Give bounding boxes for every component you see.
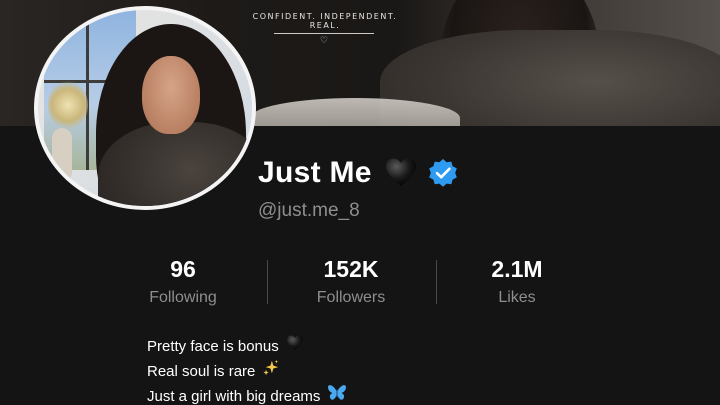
bio: Pretty face is bonus Real soul is rare J… (147, 334, 347, 405)
stat-value: 152K (323, 256, 379, 282)
sparkles-icon (262, 359, 280, 385)
bio-line: Pretty face is bonus (147, 334, 347, 359)
bio-text: Just a girl with big dreams (147, 388, 321, 405)
banner-divider (274, 33, 374, 34)
name-row: Just Me (258, 153, 458, 193)
display-name: Just Me (258, 156, 372, 189)
black-heart-icon (286, 334, 304, 360)
stat-value: 2.1M (491, 256, 543, 282)
bio-line: Just a girl with big dreams (147, 384, 347, 405)
avatar-window-frame (86, 10, 89, 170)
black-heart-icon (384, 156, 418, 190)
avatar-face (142, 56, 200, 134)
banner-tagline: CONFIDENT. INDEPENDENT. REAL. (252, 12, 398, 30)
stat-label: Followers (316, 289, 386, 306)
stat-label: Following (149, 289, 217, 306)
stat-divider (436, 260, 437, 304)
heart-outline-icon: ♡ (319, 36, 329, 46)
butterfly-icon (327, 384, 347, 405)
avatar[interactable] (34, 6, 256, 210)
stat-label: Likes (498, 289, 536, 306)
stat-likes[interactable]: 2.1M Likes (467, 256, 567, 307)
avatar-vase (52, 128, 72, 178)
stat-following[interactable]: 96 Following (133, 256, 233, 307)
stat-followers[interactable]: 152K Followers (301, 256, 401, 307)
verified-badge-icon (428, 158, 458, 188)
username-handle: @just.me_8 (258, 200, 360, 221)
bio-text: Real soul is rare (147, 363, 256, 380)
avatar-plant (48, 80, 88, 130)
stat-value: 96 (170, 256, 196, 282)
stat-divider (267, 260, 268, 304)
bio-line: Real soul is rare (147, 359, 347, 384)
bio-text: Pretty face is bonus (147, 338, 279, 355)
